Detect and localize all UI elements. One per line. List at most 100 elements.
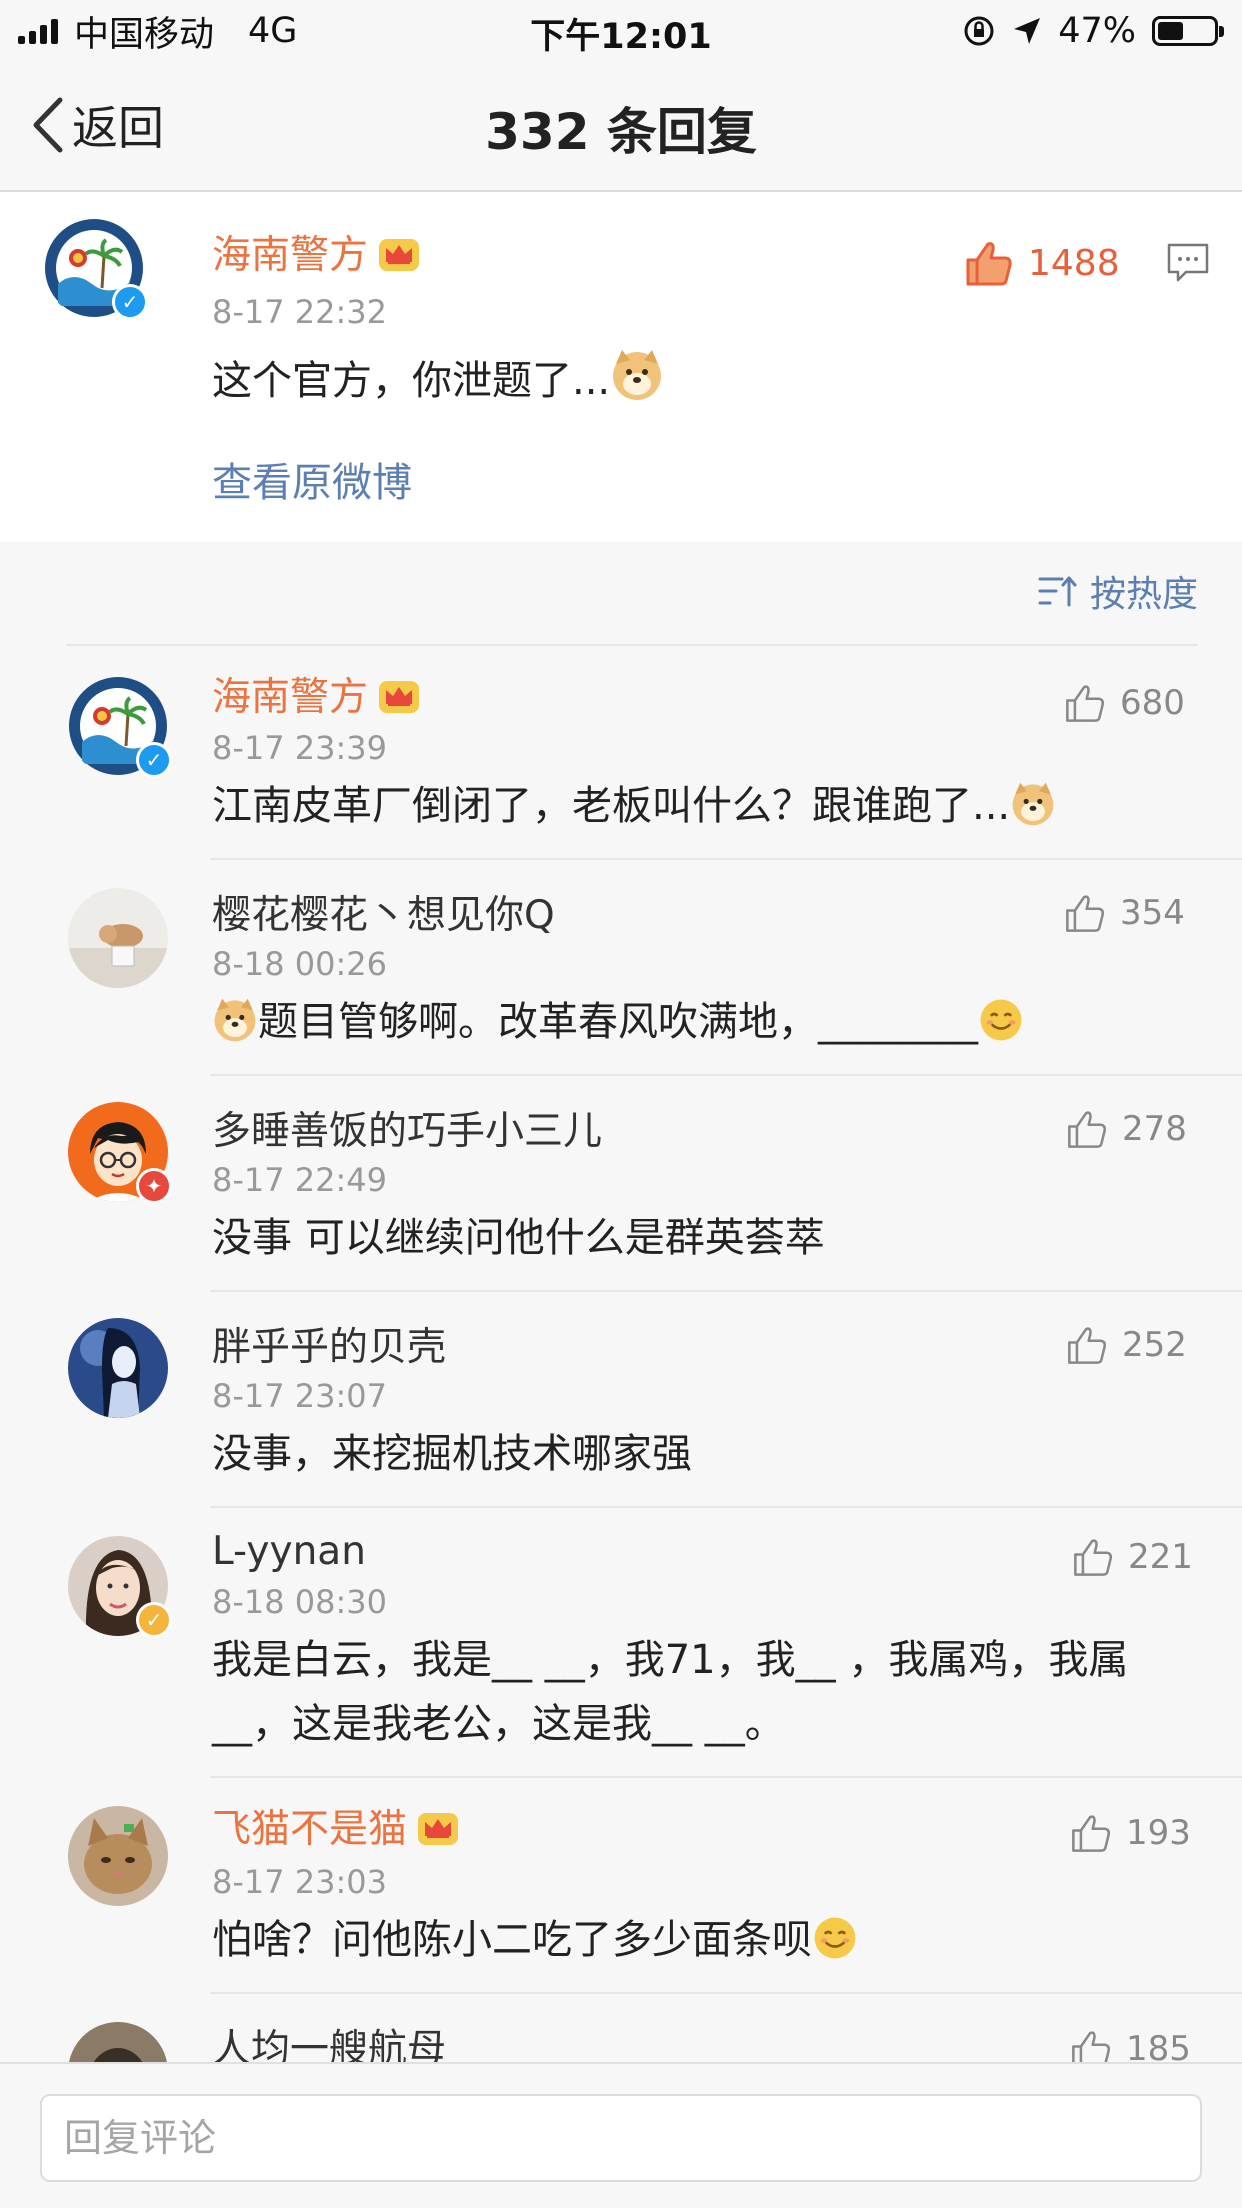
- reply-bar: [0, 2062, 1242, 2208]
- like-count: 185: [1126, 2029, 1191, 2062]
- thumbs-up-icon: [1072, 1815, 1111, 1852]
- anime-girl-avatar: [68, 1318, 168, 1418]
- like-count: 221: [1128, 1537, 1193, 1577]
- thumbs-up-icon: [1068, 1327, 1107, 1364]
- reply-text: 没事，来挖掘机技术哪家强: [212, 1431, 692, 1477]
- username-text: 海南警方: [212, 233, 369, 278]
- reply-timestamp: 8-18 08:30: [212, 1583, 388, 1621]
- like-count: 278: [1122, 1109, 1187, 1149]
- like-button[interactable]: 1488: [964, 238, 1120, 288]
- thumbs-up-icon: [966, 242, 1012, 286]
- like-button[interactable]: 680: [1064, 682, 1185, 724]
- thumbs-up-icon: [1068, 1111, 1107, 1148]
- reply-item[interactable]: 胖乎乎的贝壳 8-17 23:07 没事，来挖掘机技术哪家强 252: [0, 1294, 1242, 1508]
- username-text: 海南警方: [212, 675, 369, 720]
- avatar[interactable]: ✦: [68, 1102, 172, 1204]
- original-username[interactable]: 海南警方: [212, 232, 420, 280]
- like-button[interactable]: 221: [1072, 1536, 1193, 1578]
- verified-badge: ✓: [136, 742, 172, 778]
- reply-item[interactable]: ✓ L-yynan 8-18 08:30 我是白云，我是__ __，我71，我_…: [0, 1510, 1242, 1778]
- doge-emoji-icon: [1012, 782, 1054, 826]
- reply-text: 没事 可以继续问他什么是群英荟萃: [212, 1215, 825, 1261]
- original-timestamp: 8-17 22:32: [212, 293, 388, 331]
- like-count: 354: [1120, 893, 1185, 933]
- reply-timestamp: 8-17 23:07: [212, 1377, 388, 1415]
- verified-badge: ✓: [136, 1602, 172, 1638]
- reply-username[interactable]: 樱花樱花丶想见你Q: [212, 892, 555, 940]
- like-count: 193: [1126, 1813, 1191, 1853]
- like-count: 1488: [1028, 242, 1120, 284]
- page-title: 332 条回复: [485, 103, 757, 161]
- reply-username[interactable]: 胖乎乎的贝壳: [212, 1324, 446, 1372]
- view-original-link[interactable]: 查看原微博: [212, 450, 412, 508]
- crown-badge-icon: [418, 1813, 459, 1845]
- username-text: 飞猫不是猫: [212, 1807, 408, 1852]
- reply-username[interactable]: L-yynan: [212, 1528, 366, 1576]
- reply-timestamp: 8-17 23:39: [212, 729, 388, 767]
- reply-item[interactable]: 人均一艘航母 185: [0, 1996, 1242, 2062]
- like-button[interactable]: 252: [1066, 1324, 1187, 1366]
- divider: [210, 1074, 1242, 1076]
- reply-text: 我是白云，我是__ __，我71，我__ ，我属鸡，我属__，这是我老公，这是我…: [212, 1637, 1129, 1747]
- divider: [210, 1290, 1242, 1292]
- nav-bar: 返回 332 条回复: [0, 62, 1242, 192]
- battery-level: [1158, 22, 1183, 40]
- smile-emoji-icon: [814, 1917, 856, 1959]
- verified-badge: ✦: [136, 1168, 172, 1204]
- reply-item[interactable]: 飞猫不是猫 8-17 23:03 怕啥？问他陈小二吃了多少面条呗 193: [0, 1780, 1242, 1994]
- thumbs-up-icon: [1074, 1539, 1113, 1576]
- reply-text: 怕啥？问他陈小二吃了多少面条呗: [212, 1908, 858, 1972]
- cat-photo-avatar: [68, 888, 168, 988]
- avatar[interactable]: ✓: [68, 676, 172, 778]
- battery-icon: [1152, 16, 1224, 46]
- reply-username[interactable]: 人均一艘航母: [212, 2026, 446, 2062]
- verified-badge: ✓: [112, 284, 148, 320]
- original-text: 这个官方，你泄题了...: [212, 348, 664, 413]
- reply-timestamp: 8-17 23:03: [212, 1863, 388, 1901]
- divider: [210, 858, 1242, 860]
- like-button[interactable]: 193: [1070, 1812, 1191, 1854]
- thumbs-up-icon: [1066, 895, 1105, 932]
- reply-item[interactable]: 樱花樱花丶想见你Q 8-18 00:26 题目管够啊。改革春风吹满地，_____…: [0, 862, 1242, 1076]
- smile-emoji-icon: [980, 999, 1022, 1041]
- doge-emoji-icon: [613, 350, 662, 400]
- divider: [210, 1776, 1242, 1778]
- reply-item[interactable]: ✓ 海南警方 8-17 23:39 江南皮革厂倒闭了，老板叫什么？跟谁跑了...…: [0, 646, 1242, 860]
- reply-timestamp: 8-17 22:49: [212, 1161, 388, 1199]
- avatar[interactable]: [68, 1318, 168, 1418]
- like-count: 680: [1120, 683, 1185, 723]
- reply-timestamp: 8-18 00:26: [212, 945, 388, 983]
- like-button[interactable]: 354: [1064, 892, 1185, 934]
- avatar[interactable]: [68, 888, 168, 988]
- avatar[interactable]: ✓: [44, 218, 148, 320]
- reply-input[interactable]: [40, 2094, 1202, 2182]
- reply-username[interactable]: 多睡善饭的巧手小三儿: [212, 1108, 602, 1156]
- like-button[interactable]: 185: [1070, 2028, 1191, 2062]
- avatar[interactable]: [68, 2022, 168, 2062]
- thumbs-up-icon: [1066, 685, 1105, 722]
- comment-text: 题目管够啊。改革春风吹满地，________: [258, 999, 978, 1045]
- comment-icon[interactable]: [1166, 242, 1210, 284]
- cat-face-avatar: [68, 1806, 168, 1906]
- crown-badge-icon: [379, 239, 420, 271]
- like-button[interactable]: 278: [1066, 1108, 1187, 1150]
- location-icon: [1014, 18, 1041, 44]
- reply-text: 题目管够啊。改革春风吹满地，________: [212, 990, 1024, 1054]
- crown-badge-icon: [379, 681, 420, 713]
- rotation-lock-icon: [964, 16, 994, 46]
- sort-icon: [1038, 576, 1077, 607]
- dog-photo-avatar: [68, 2022, 168, 2062]
- reply-text: 江南皮革厂倒闭了，老板叫什么？跟谁跑了...: [212, 774, 1056, 838]
- status-bar: 中国移动 4G 下午12:01 47%: [0, 0, 1242, 62]
- thumbs-up-icon: [1072, 2031, 1111, 2062]
- avatar[interactable]: ✓: [68, 1536, 172, 1638]
- reply-username[interactable]: 飞猫不是猫: [212, 1806, 459, 1854]
- status-right: 47%: [962, 8, 1224, 54]
- doge-emoji-icon: [214, 998, 256, 1042]
- sort-button[interactable]: 按热度: [1038, 565, 1198, 617]
- avatar[interactable]: [68, 1806, 168, 1906]
- reply-item[interactable]: ✦ 多睡善饭的巧手小三儿 8-17 22:49 没事 可以继续问他什么是群英荟萃…: [0, 1078, 1242, 1292]
- divider: [210, 1506, 1242, 1508]
- reply-username[interactable]: 海南警方: [212, 674, 420, 722]
- comment-text: 江南皮革厂倒闭了，老板叫什么？跟谁跑了...: [212, 783, 1011, 829]
